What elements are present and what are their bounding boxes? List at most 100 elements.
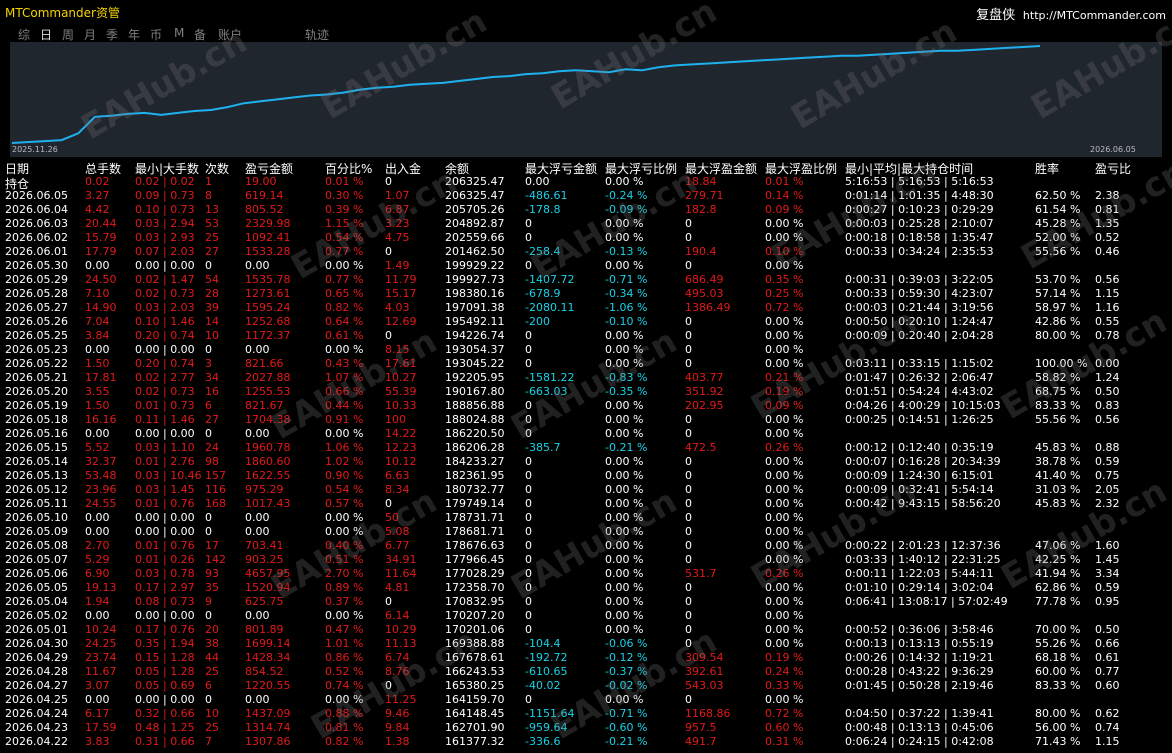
tab-6[interactable]: 币: [150, 26, 162, 43]
cell-pnl: 0.00: [245, 343, 270, 356]
cell-total-lots: 53.48: [85, 469, 117, 482]
cell-total-lots: 1.50: [85, 399, 110, 412]
tab-10[interactable]: 轨迹: [305, 26, 329, 43]
cell-max-float-profit-pct: 0.00 %: [765, 637, 804, 650]
cell-count: 54: [205, 273, 219, 286]
tab-0[interactable]: 综: [18, 26, 30, 43]
cell-max-float-loss-pct: 0.00 %: [605, 231, 644, 244]
cell-win-rate: 42.25 %: [1035, 553, 1081, 566]
tab-1[interactable]: 日: [40, 26, 52, 43]
cell-max-float-loss-pct: -0.06 %: [605, 637, 648, 650]
cell-max-float-profit-pct: 0.00 %: [765, 413, 804, 426]
cell-hold-time: 0:00:33 | 0:59:30 | 4:23:07: [845, 287, 994, 300]
table-row[interactable]: 2026.05.20 3.55 0.02 | 0.73 16 1255.53 0.66 %…: [0, 385, 1172, 399]
table-row[interactable]: 2026.04.24 6.17 0.32 | 0.66 10 1437.09 0.88 %…: [0, 707, 1172, 721]
table-row[interactable]: 2026.05.26 7.04 0.10 | 1.46 14 1252.68 0.64 %…: [0, 315, 1172, 329]
cell-win-rate: 52.00 %: [1035, 231, 1081, 244]
cell-date: 2026.05.23: [5, 343, 68, 356]
cell-max-float-loss: -486.61: [525, 189, 568, 202]
cell-max-float-loss: 0: [525, 609, 532, 622]
table-row[interactable]: 2026.04.27 3.07 0.05 | 0.69 6 1220.55 0.74 % 0…: [0, 679, 1172, 693]
cell-pct: 1.01 %: [325, 637, 364, 650]
cell-hold-time: 0:04:26 | 4:00:29 | 10:15:03: [845, 399, 1001, 412]
cell-balance: 167678.61: [445, 651, 505, 664]
table-row[interactable]: 2026.05.08 2.70 0.01 | 0.76 17 703.41 0.40 % 6…: [0, 539, 1172, 553]
table-row[interactable]: 2026.04.29 23.74 0.15 | 1.28 44 1428.34 0.86 …: [0, 651, 1172, 665]
table-row[interactable]: 2026.05.14 32.37 0.01 | 2.76 98 1860.60 1.02 …: [0, 455, 1172, 469]
table-row[interactable]: 2026.06.02 15.79 0.03 | 2.93 25 1092.41 0.54 …: [0, 231, 1172, 245]
table-row[interactable]: 2026.05.19 1.50 0.01 | 0.73 6 821.67 0.44 % 10…: [0, 399, 1172, 413]
cell-max-float-loss: -104.4: [525, 637, 561, 650]
table-row[interactable]: 2026.05.22 1.50 0.20 | 0.74 3 821.66 0.43 % 17…: [0, 357, 1172, 371]
cell-max-float-loss: 0: [525, 357, 532, 370]
table-row[interactable]: 2026.05.30 0.00 0.00 | 0.00 0 0.00 0.00 % 1.49…: [0, 259, 1172, 273]
table-row[interactable]: 2026.05.18 16.16 0.11 | 1.46 27 1704.38 0.91 …: [0, 413, 1172, 427]
table-row[interactable]: 2026.06.01 17.79 0.07 | 2.03 27 1533.28 0.77 …: [0, 245, 1172, 259]
tab-4[interactable]: 季: [106, 26, 118, 43]
cell-max-float-loss-pct: -0.37 %: [605, 665, 648, 678]
table-row[interactable]: 2026.05.23 0.00 0.00 | 0.00 0 0.00 0.00 % 8.15…: [0, 343, 1172, 357]
summary-row[interactable]: 0.02 0.02 | 0.02 1 19.00 0.01 % 0 206325.47 0.0…: [0, 175, 1172, 189]
table-row[interactable]: 2026.04.22 3.83 0.31 | 0.66 7 1307.86 0.82 % 1…: [0, 735, 1172, 749]
cell-pl-ratio: 2.05: [1095, 483, 1120, 496]
table-row[interactable]: 2026.05.28 7.10 0.02 | 0.73 28 1273.61 0.65 %…: [0, 287, 1172, 301]
table-row[interactable]: 2026.05.11 24.55 0.01 | 0.76 168 1017.43 0.57…: [0, 497, 1172, 511]
table-row[interactable]: 2026.05.29 24.50 0.02 | 1.47 54 1535.78 0.77 …: [0, 273, 1172, 287]
table-row[interactable]: 2026.05.07 5.29 0.01 | 0.26 142 903.25 0.51 %…: [0, 553, 1172, 567]
brand-url-link[interactable]: http://MTCommander.com: [1023, 9, 1166, 22]
cell-pl-ratio: 0.56: [1095, 413, 1120, 426]
cell-max-float-loss: 0: [525, 399, 532, 412]
table-row[interactable]: 2026.05.09 0.00 0.00 | 0.00 0 0.00 0.00 % 5.08…: [0, 525, 1172, 539]
chart-x-start-label: 2025.11.26: [12, 145, 58, 154]
table-row[interactable]: 2026.06.04 4.42 0.10 | 0.73 13 805.52 0.39 % 6…: [0, 203, 1172, 217]
cell-total-lots: 3.84: [85, 329, 110, 342]
tab-3[interactable]: 月: [84, 26, 96, 43]
cell-pct: 0.00 %: [325, 609, 364, 622]
table-row[interactable]: 2026.05.01 10.24 0.17 | 0.76 20 801.89 0.47 %…: [0, 623, 1172, 637]
tab-5[interactable]: 年: [128, 26, 140, 43]
cell-pct: 0.00 %: [325, 427, 364, 440]
table-row[interactable]: 2026.05.06 6.90 0.03 | 0.78 93 4657.95 2.70 %…: [0, 567, 1172, 581]
table-row[interactable]: 2026.05.10 0.00 0.00 | 0.00 0 0.00 0.00 % 50 17…: [0, 511, 1172, 525]
table-row[interactable]: 2026.05.12 23.96 0.03 | 1.45 116 975.29 0.54 …: [0, 483, 1172, 497]
cell-min-max-lots: 0.05 | 0.69: [135, 679, 195, 692]
tab-9[interactable]: 账户: [218, 26, 242, 43]
cell-date: 2026.05.15: [5, 441, 68, 454]
table-row[interactable]: 2026.05.13 53.48 0.03 | 10.46 157 1622.55 0.9…: [0, 469, 1172, 483]
table-row[interactable]: 2026.05.02 0.00 0.00 | 0.00 0 0.00 0.00 % 6.14…: [0, 609, 1172, 623]
table-row[interactable]: 2026.04.23 17.59 0.48 | 1.25 25 1314.74 0.81 …: [0, 721, 1172, 735]
table-row[interactable]: 2026.05.16 0.00 0.00 | 0.00 0 0.00 0.00 % 14.2…: [0, 427, 1172, 441]
table-row[interactable]: 2026.05.21 17.81 0.02 | 2.77 34 2027.88 1.07 …: [0, 371, 1172, 385]
cell-hold-time: 0:06:41 | 13:08:17 | 57:02:49: [845, 595, 1008, 608]
table-row[interactable]: 2026.04.28 11.67 0.05 | 1.28 25 854.52 0.52 %…: [0, 665, 1172, 679]
table-row[interactable]: 2026.05.15 5.52 0.03 | 1.10 24 1960.78 1.06 %…: [0, 441, 1172, 455]
cell-max-float-loss-pct: -0.09 %: [605, 203, 648, 216]
cell-pct: 0.54 %: [325, 483, 364, 496]
table-row[interactable]: 2026.06.05 3.27 0.09 | 0.73 8 619.14 0.30 % 1.…: [0, 189, 1172, 203]
cell-pnl: 1595.24: [245, 301, 291, 314]
cell-win-rate: 57.14 %: [1035, 287, 1081, 300]
cell-max-float-loss: 0: [525, 455, 532, 468]
cell-min-max-lots: 0.02 | 0.73: [135, 385, 195, 398]
cell-flow: 4.03: [385, 301, 410, 314]
cell-max-float-loss-pct: 0.00 %: [605, 609, 644, 622]
tab-8[interactable]: 备: [194, 26, 206, 43]
table-row[interactable]: 2026.05.05 19.13 0.17 | 2.97 35 1520.94 0.89 …: [0, 581, 1172, 595]
cell-max-float-profit: 0: [685, 231, 692, 244]
tab-2[interactable]: 周: [62, 26, 74, 43]
cell-total-lots: 0.00: [85, 609, 110, 622]
cell-max-float-profit: 190.4: [685, 245, 717, 258]
tab-7[interactable]: M: [174, 26, 184, 40]
cell-min-max-lots: 0.31 | 0.66: [135, 735, 195, 748]
cell-max-float-profit-pct: 0.00 %: [765, 497, 804, 510]
table-row[interactable]: 2026.06.03 20.44 0.03 | 2.94 53 2329.98 1.15 …: [0, 217, 1172, 231]
cell-max-float-loss: -663.03: [525, 385, 568, 398]
cell-flow: 10.12: [385, 455, 417, 468]
cell-pct: 0.90 %: [325, 469, 364, 482]
table-row[interactable]: 2026.05.04 1.94 0.08 | 0.73 9 625.75 0.37 % 0 1…: [0, 595, 1172, 609]
cell-pct: 0.00 %: [325, 343, 364, 356]
table-row[interactable]: 2026.04.25 0.00 0.00 | 0.00 0 0.00 0.00 % 11.2…: [0, 693, 1172, 707]
table-row[interactable]: 2026.05.25 3.84 0.20 | 0.74 10 1172.37 0.61 %…: [0, 329, 1172, 343]
table-row[interactable]: 2026.05.27 14.90 0.03 | 2.03 39 1595.24 0.82 …: [0, 301, 1172, 315]
table-row[interactable]: 2026.04.30 24.25 0.35 | 1.94 38 1699.14 1.01 …: [0, 637, 1172, 651]
